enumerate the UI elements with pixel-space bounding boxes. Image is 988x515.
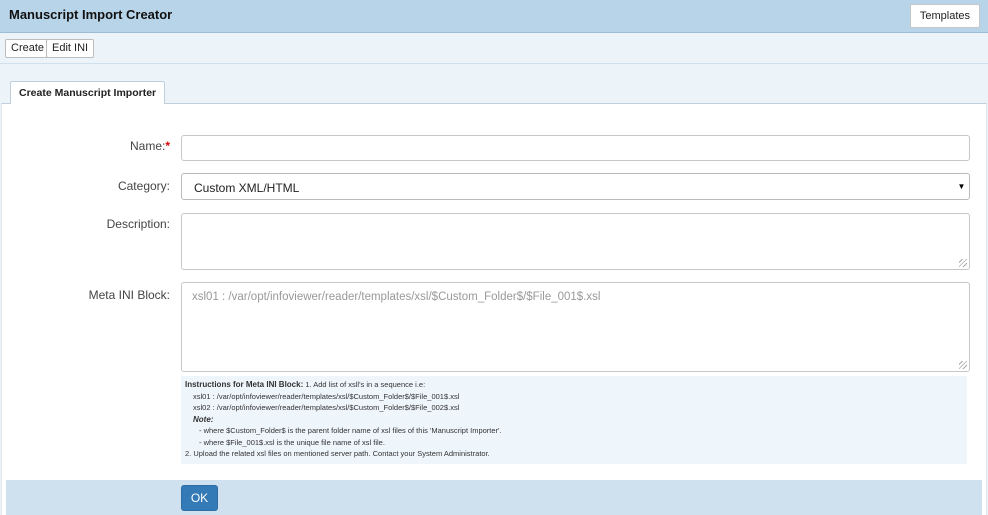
instructions-note-label: Note: xyxy=(193,414,214,424)
category-label: Category: xyxy=(117,179,170,193)
tab-create-manuscript-importer[interactable]: Create Manuscript Importer xyxy=(10,81,166,104)
resize-handle-icon[interactable] xyxy=(959,259,967,267)
instructions-step1: 1. Add list of xsll's in a sequence i.e: xyxy=(305,380,426,389)
instructions-step2: 2. Upload the related xsl files on menti… xyxy=(185,449,490,458)
description-textarea[interactable] xyxy=(181,213,970,270)
instructions-box: Instructions for Meta INI Block: 1. Add … xyxy=(181,376,967,464)
category-selected-value: Custom XML/HTML xyxy=(194,181,300,195)
resize-handle-icon[interactable] xyxy=(959,361,967,369)
app-header: Manuscript Import Creator Templates xyxy=(0,0,988,33)
dropdown-arrow-icon: ▼ xyxy=(957,182,966,191)
toolbar: Create Edit INI xyxy=(0,33,988,64)
instructions-heading: Instructions for Meta INI Block: xyxy=(185,380,304,389)
name-label: Name:* xyxy=(129,139,170,153)
instructions-note1: - where $Custom_Folder$ is the parent fo… xyxy=(199,426,502,435)
app-title: Manuscript Import Creator xyxy=(9,7,173,22)
required-marker: * xyxy=(165,139,170,153)
ok-button[interactable]: OK xyxy=(181,485,218,511)
instructions-line2: xsl02 : /var/opt/infoviewer/reader/templ… xyxy=(193,403,460,412)
name-input[interactable] xyxy=(181,135,970,161)
instructions-line1: xsl01 : /var/opt/infoviewer/reader/templ… xyxy=(193,391,460,401)
meta-ini-textarea[interactable]: xsl01 : /var/opt/infoviewer/reader/templ… xyxy=(181,282,970,372)
templates-button[interactable]: Templates xyxy=(909,4,980,28)
meta-ini-placeholder: xsl01 : /var/opt/infoviewer/reader/templ… xyxy=(192,291,601,303)
category-select[interactable]: Custom XML/HTML ▼ xyxy=(181,173,970,200)
meta-ini-label: Meta INI Block: xyxy=(88,288,170,302)
edit-ini-button[interactable]: Edit INI xyxy=(46,39,95,58)
instructions-note2: - where $File_001$.xsl is the unique fil… xyxy=(199,437,385,447)
form-footer: OK xyxy=(6,480,982,515)
description-label: Description: xyxy=(106,217,170,231)
create-button[interactable]: Create xyxy=(5,39,51,58)
